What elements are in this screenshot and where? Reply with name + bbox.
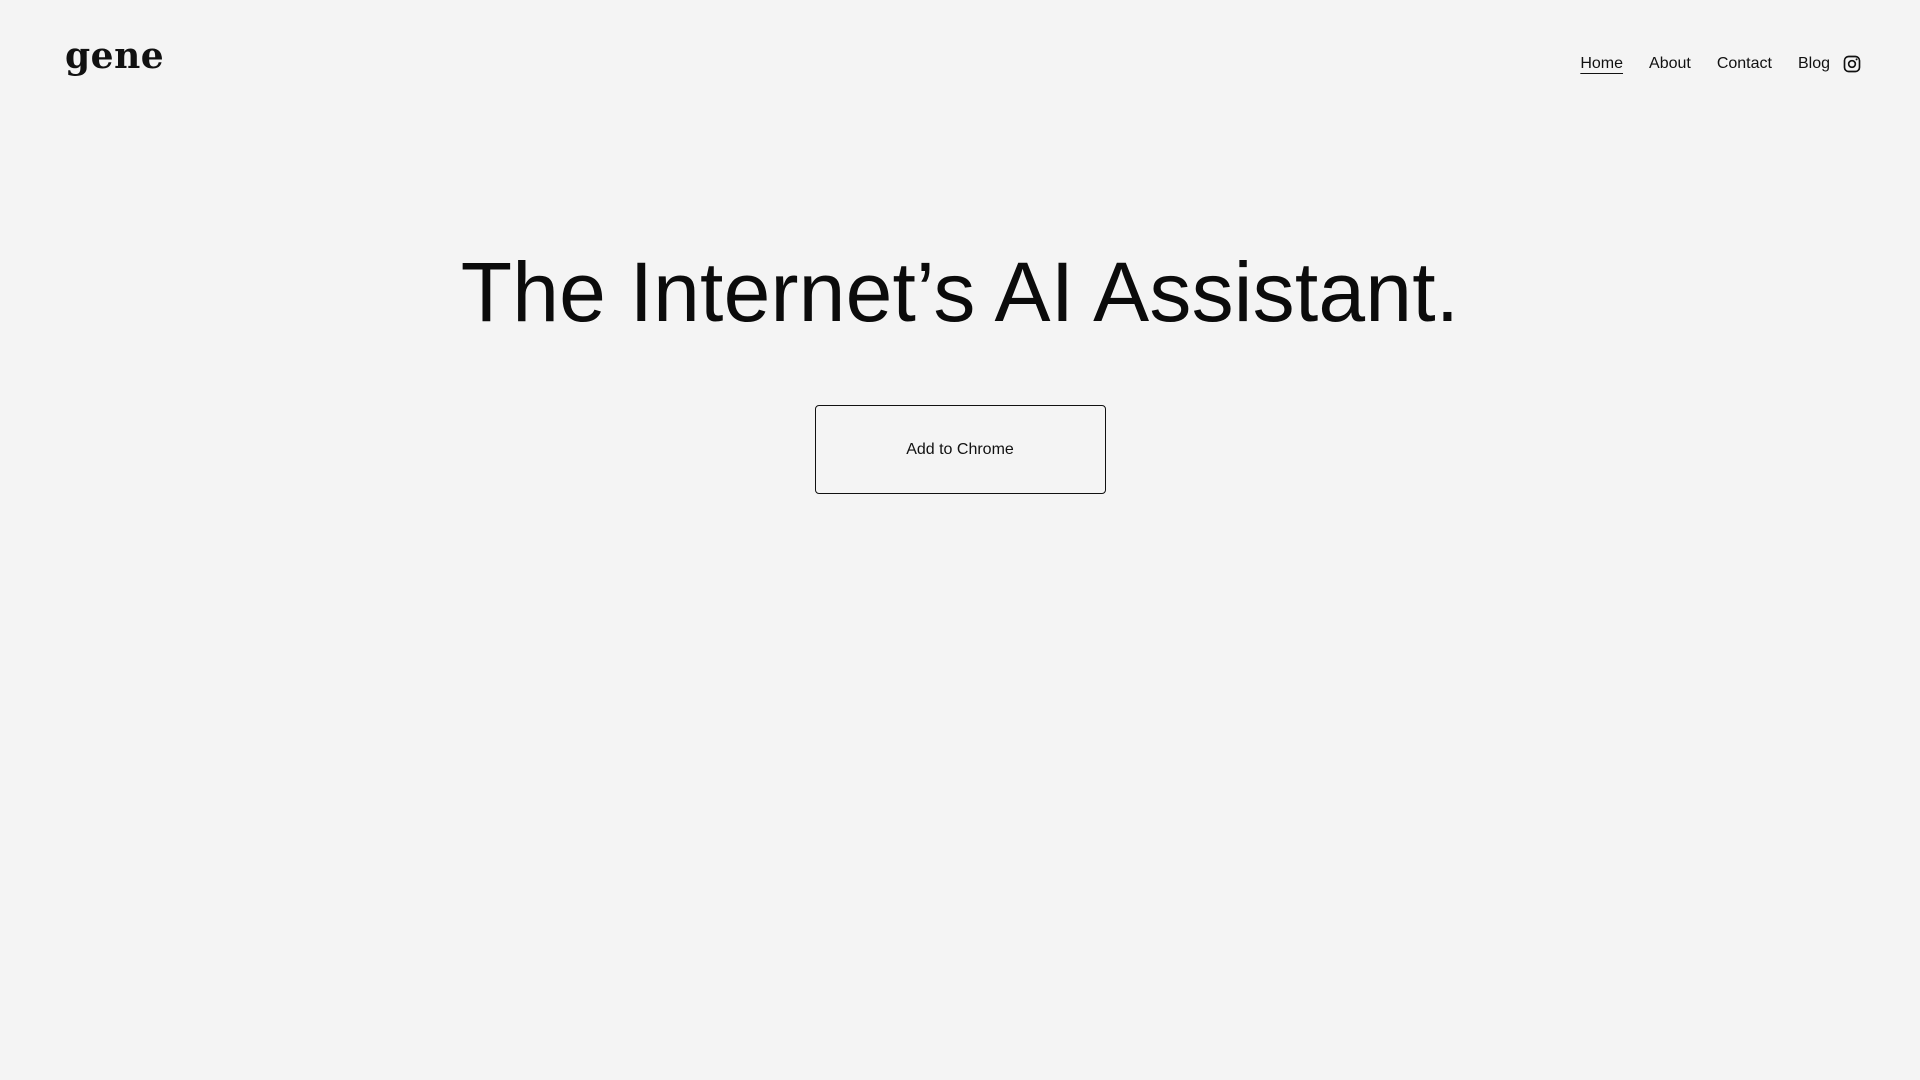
- nav-link-contact[interactable]: Contact: [1717, 52, 1772, 76]
- landing-page: gene Home About Contact Blog The Interne…: [0, 0, 1920, 1080]
- add-to-chrome-button[interactable]: Add to Chrome: [814, 405, 1106, 494]
- nav-link-about[interactable]: About: [1649, 52, 1691, 76]
- nav-link-home[interactable]: Home: [1580, 52, 1623, 76]
- hero-title: The Internet’s AI Assistant.: [460, 245, 1460, 339]
- instagram-link[interactable]: [1842, 54, 1862, 74]
- hero-section: The Internet’s AI Assistant.: [0, 248, 1920, 336]
- cta-container: Add to Chrome: [0, 405, 1920, 494]
- site-header: gene Home About Contact Blog: [0, 0, 1920, 130]
- nav-link-blog[interactable]: Blog: [1798, 52, 1830, 76]
- instagram-icon: [1842, 54, 1862, 74]
- primary-nav: Home About Contact Blog: [1580, 52, 1830, 76]
- site-logo[interactable]: gene: [65, 38, 164, 74]
